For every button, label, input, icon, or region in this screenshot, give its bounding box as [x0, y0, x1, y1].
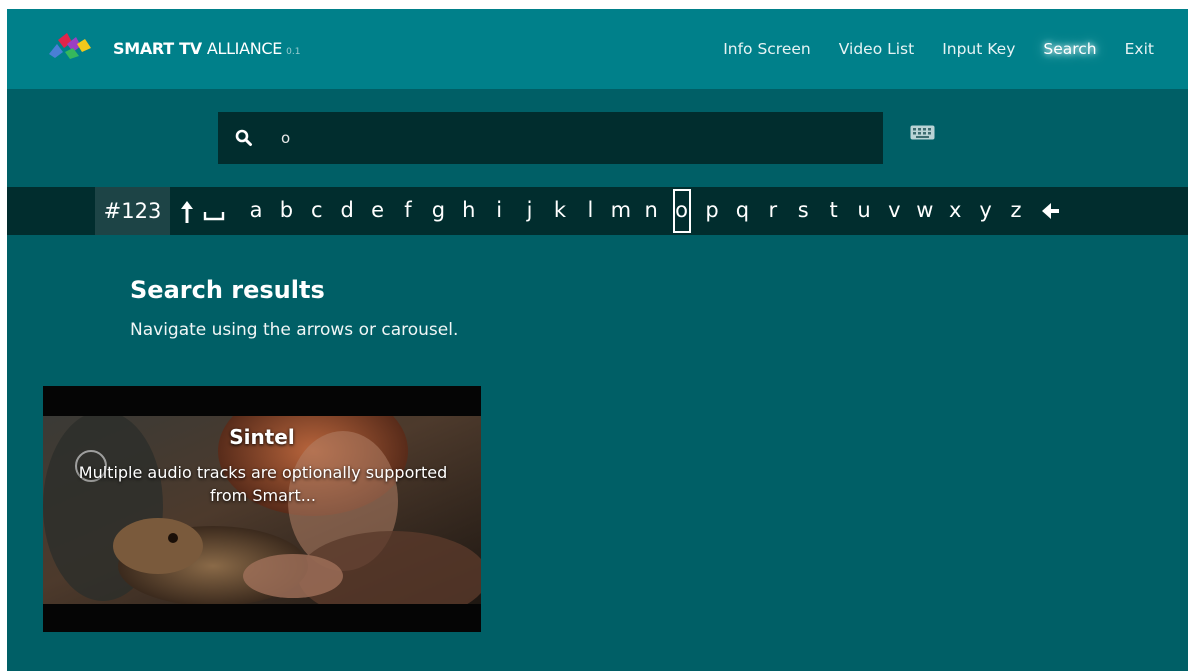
logo-icon [49, 33, 91, 59]
letter-key-f[interactable]: f [397, 187, 419, 235]
nav-input-key[interactable]: Input Key [942, 38, 1015, 60]
nav-search[interactable]: Search [1043, 38, 1096, 60]
letter-key-s[interactable]: s [792, 187, 814, 235]
letter-key-d[interactable]: d [336, 187, 358, 235]
result-description: Multiple audio tracks are optionally sup… [78, 463, 448, 505]
nav-info-screen[interactable]: Info Screen [723, 38, 811, 60]
nav-exit[interactable]: Exit [1125, 38, 1154, 60]
arrow-left-icon[interactable] [1041, 201, 1061, 221]
nav-video-list[interactable]: Video List [839, 38, 914, 60]
letter-key-y[interactable]: y [975, 187, 997, 235]
top-nav: Info Screen Video List Input Key Search … [723, 38, 1154, 60]
letter-key-j[interactable]: j [519, 187, 541, 235]
letter-key-r[interactable]: r [762, 187, 784, 235]
letter-key-i[interactable]: i [488, 187, 510, 235]
letter-key-b[interactable]: b [275, 187, 297, 235]
letter-key-u[interactable]: u [853, 187, 875, 235]
letter-key-o[interactable]: o [671, 187, 693, 235]
brand-version: 0.1 [286, 47, 301, 57]
letter-key-x[interactable]: x [944, 187, 966, 235]
brand-bold: SMART TV [113, 39, 202, 58]
letter-key-v[interactable]: v [883, 187, 905, 235]
result-card[interactable]: Sintel Multiple audio tracks are optiona… [43, 386, 481, 632]
brand-light: ALLIANCE [206, 39, 283, 58]
letter-key-l[interactable]: l [579, 187, 601, 235]
result-title: Sintel [229, 425, 295, 449]
letter-key-p[interactable]: p [701, 187, 723, 235]
search-value: o [281, 129, 291, 147]
letter-key-m[interactable]: m [610, 187, 632, 235]
letter-key-g[interactable]: g [427, 187, 449, 235]
letter-key-k[interactable]: k [549, 187, 571, 235]
onscreen-keyboard: #123 abcdefghijklmnopqrstuvwxyz [7, 187, 1188, 235]
search-input[interactable]: o [218, 112, 883, 164]
header-bar: SMART TV ALLIANCE 0.1 Info Screen Video Li… [7, 9, 1188, 89]
letter-key-z[interactable]: z [1005, 187, 1027, 235]
letter-key-e[interactable]: e [367, 187, 389, 235]
search-icon [235, 129, 252, 146]
results-title: Search results [130, 276, 325, 304]
space-icon[interactable] [203, 206, 225, 222]
letter-key-w[interactable]: w [914, 187, 936, 235]
smart-tv-app: SMART TV ALLIANCE 0.1 Info Screen Video Li… [7, 9, 1188, 671]
keyboard-icon[interactable] [910, 125, 935, 140]
letter-key-q[interactable]: q [731, 187, 753, 235]
letter-key-t[interactable]: t [823, 187, 845, 235]
brand-name: SMART TV ALLIANCE 0.1 [113, 39, 300, 62]
letter-key-a[interactable]: a [245, 187, 267, 235]
results-subtitle: Navigate using the arrows or carousel. [130, 320, 459, 340]
letter-key-n[interactable]: n [640, 187, 662, 235]
letter-key-h[interactable]: h [458, 187, 480, 235]
numeric-key[interactable]: #123 [95, 187, 170, 235]
letter-key-c[interactable]: c [306, 187, 328, 235]
arrow-up-icon[interactable] [178, 199, 196, 225]
